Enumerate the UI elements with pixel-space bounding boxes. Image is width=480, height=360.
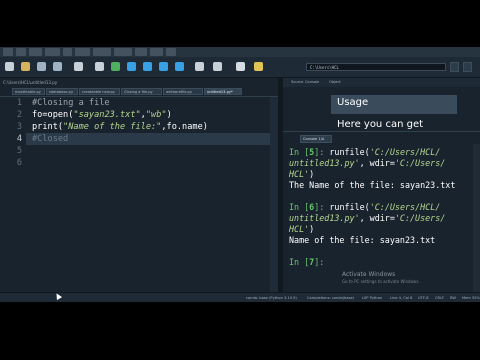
code-token: "wb" <box>145 110 167 120</box>
console-input-line: HCL') <box>289 169 315 179</box>
status-memory: Mem 55% <box>462 296 480 300</box>
help-source-label[interactable]: Source <box>291 78 303 87</box>
code-line: fo=open("sayan23.txt","wb") <box>32 109 172 121</box>
menu-file[interactable] <box>3 48 13 56</box>
stop-icon[interactable] <box>213 62 222 71</box>
menu-bar <box>0 47 480 57</box>
wrench-icon[interactable] <box>236 62 245 71</box>
run-cell-advance-icon[interactable] <box>127 62 136 71</box>
menu-search[interactable] <box>29 48 42 56</box>
spyder-window: C:\Users\HCL C:\Users\HCL\untitled13.py … <box>0 47 480 302</box>
help-pane: Usage Here you can get <box>283 87 480 131</box>
console-prompt: In [6]: <box>289 202 330 212</box>
tab-console[interactable]: Console 1/A <box>300 135 332 143</box>
console-input-line: untitled13.py', wdir='C:/Users/ <box>289 213 446 223</box>
menu-debug[interactable] <box>75 48 90 56</box>
tab-closing-a-file[interactable]: Closing a file.py <box>121 88 162 95</box>
tab-sdatabase[interactable]: sdatabase.py <box>46 88 78 95</box>
status-position: Line 4, Col 8 <box>390 296 413 300</box>
run-selection-icon[interactable] <box>143 62 152 71</box>
status-permissions: RW <box>450 296 456 300</box>
menu-run[interactable] <box>63 48 72 56</box>
code-line: #Closed <box>32 133 68 145</box>
run-file-icon[interactable] <box>95 62 104 71</box>
tab-createable[interactable]: createable new.py <box>79 88 120 95</box>
python-path-icon[interactable] <box>254 62 263 71</box>
debug-icon[interactable] <box>175 62 184 71</box>
help-console-option[interactable]: Console <box>305 78 319 87</box>
console-input-line: In [6]: runfile('C:/Users/HCL/ <box>289 202 441 212</box>
save-all-icon[interactable] <box>53 62 62 71</box>
editor-scrollbar[interactable] <box>270 97 278 292</box>
code-token: ) <box>166 110 172 120</box>
line-number-gutter: 1 2 3 4 5 6 <box>0 97 26 292</box>
console-prompt: In [7]: <box>289 257 325 267</box>
new-window-icon[interactable] <box>74 62 83 71</box>
help-object-label[interactable]: Object <box>329 78 341 87</box>
menu-projects[interactable] <box>114 48 132 56</box>
ipython-console[interactable]: In [5]: runfile('C:/Users/HCL/ untitled1… <box>283 144 473 292</box>
help-toolbar: Source Console Object <box>283 78 480 87</box>
new-file-icon[interactable] <box>5 62 14 71</box>
console-input-line: In [5]: runfile('C:/Users/HCL/ <box>289 147 441 157</box>
status-completions: Completions: conda(base) <box>307 296 355 300</box>
usage-title: Usage <box>337 97 369 108</box>
menu-help[interactable] <box>166 48 176 56</box>
console-output: Name of the file: sayan23.txt <box>289 235 436 245</box>
line-number: 4 <box>16 134 22 144</box>
code-token: print( <box>32 122 64 132</box>
continue-icon[interactable] <box>195 62 204 71</box>
code-token: "sayan23.txt" <box>73 110 141 120</box>
code-line: print("Name of the file:",fo.name) <box>32 121 208 133</box>
menu-consoles[interactable] <box>93 48 111 56</box>
activate-windows-title: Activate Windows <box>342 271 396 278</box>
editor-tabs: mosthtable.py sdatabase.py createable ne… <box>0 87 278 97</box>
line-number: 2 <box>16 110 22 120</box>
editor-path: C:\Users\HCL\untitled13.py <box>0 78 278 87</box>
tab-writeprefile[interactable]: writeprefile.py <box>163 88 203 95</box>
code-line: #Closing a file <box>32 97 110 109</box>
code-token: ,fo.name) <box>161 122 208 132</box>
code-token: #Closed <box>32 134 69 144</box>
status-bar: conda: base (Python 3.10.9) Completions:… <box>0 292 480 302</box>
tab-mosthtable[interactable]: mosthtable.py <box>12 88 45 95</box>
dir-browse-button[interactable] <box>450 62 459 72</box>
tab-untitled13[interactable]: untitled13.py* <box>204 88 242 95</box>
status-eol: CRLF <box>435 296 445 300</box>
run-cell-icon[interactable] <box>111 62 120 71</box>
console-output: The Name of the file: sayan23.txt <box>289 180 456 190</box>
activate-windows-subtitle: Go to PC settings to activate Windows. <box>342 279 420 284</box>
menu-view[interactable] <box>150 48 163 56</box>
status-encoding: UTF-8 <box>418 296 429 300</box>
code-editor[interactable]: 1 2 3 4 5 6 #Closing a file fo=open("say… <box>0 97 278 292</box>
line-number: 1 <box>16 98 22 108</box>
menu-edit[interactable] <box>16 48 26 56</box>
dir-parent-button[interactable] <box>463 62 472 72</box>
code-token: fo=open( <box>32 110 74 120</box>
console-prompt: In [5]: <box>289 147 330 157</box>
menu-source[interactable] <box>45 48 60 56</box>
usage-text: Here you can get <box>337 119 424 130</box>
status-kernel: conda: base (Python 3.10.9) <box>246 296 297 300</box>
console-input-line: untitled13.py', wdir='C:/Users/ <box>289 158 446 168</box>
open-file-icon[interactable] <box>21 62 30 71</box>
code-token: #Closing a file <box>32 98 110 108</box>
line-number: 6 <box>16 158 22 168</box>
step-icon[interactable] <box>159 62 168 71</box>
save-icon[interactable] <box>37 62 46 71</box>
console-scrollbar[interactable] <box>473 144 480 292</box>
console-tabbar: Console 1/A <box>283 131 480 145</box>
toolbar: C:\Users\HCL <box>0 57 480 78</box>
code-token: "Name of the file:" <box>63 122 162 132</box>
line-number: 5 <box>16 146 22 156</box>
menu-tools[interactable] <box>135 48 147 56</box>
console-input-line: HCL') <box>289 224 315 234</box>
working-directory-input[interactable]: C:\Users\HCL <box>306 63 446 71</box>
line-number: 3 <box>16 122 22 132</box>
status-lsp: LSP Python <box>362 296 383 300</box>
